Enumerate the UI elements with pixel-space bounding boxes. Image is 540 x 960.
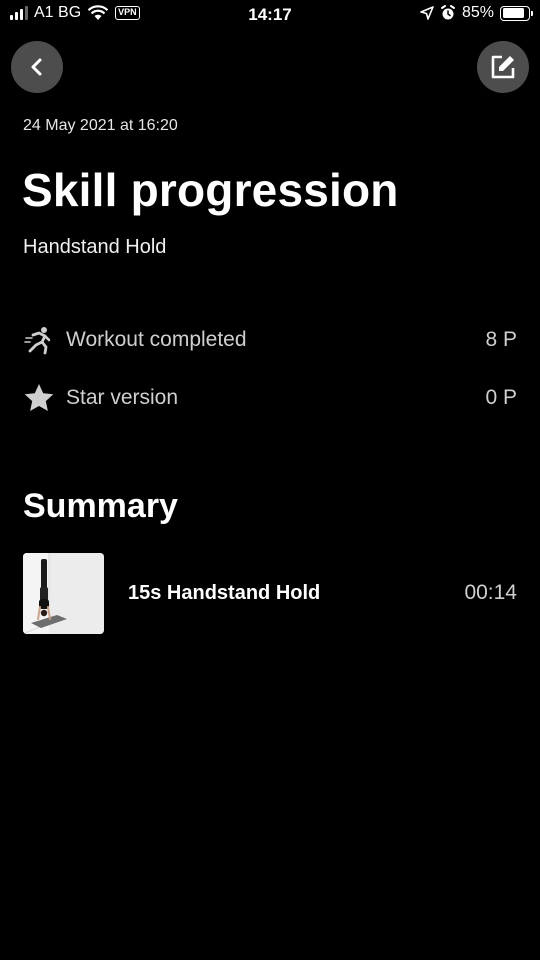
edit-button[interactable] [477,41,529,93]
points-row-workout-completed: Workout completed 8 P [23,322,517,358]
alarm-icon [440,5,455,20]
page-title: Skill progression [22,164,399,216]
battery-icon [500,5,533,21]
summary-heading: Summary [23,487,178,525]
edit-icon [491,55,515,79]
points-label: Star version [66,386,179,409]
exercise-duration: 00:14 [464,581,517,604]
exercise-thumbnail [23,552,104,634]
battery-fill [502,8,524,18]
skill-name: Handstand Hold [23,236,167,258]
location-arrow-icon [420,6,434,20]
exercise-name: 15s Handstand Hold [128,581,321,604]
battery-percent: 85% [461,4,494,21]
points-label: Workout completed [66,328,247,351]
back-button[interactable] [11,41,63,93]
chevron-left-icon [31,58,42,76]
points-value: 8 P [485,328,517,351]
star-icon [24,384,54,411]
status-right: 85% [420,4,533,22]
workout-detail-screen: A1 BG VPN 14:17 85% 24 May 2021 at 16:20… [0,0,540,960]
summary-exercise-item[interactable]: 15s Handstand Hold 00:14 [23,552,517,634]
status-bar: A1 BG VPN 14:17 85% [0,0,540,30]
handstand-photo-icon [23,552,104,634]
points-row-star-version: Star version 0 P [23,380,517,416]
session-date: 24 May 2021 at 16:20 [23,117,178,134]
running-person-icon [24,327,51,355]
points-value: 0 P [485,386,517,409]
